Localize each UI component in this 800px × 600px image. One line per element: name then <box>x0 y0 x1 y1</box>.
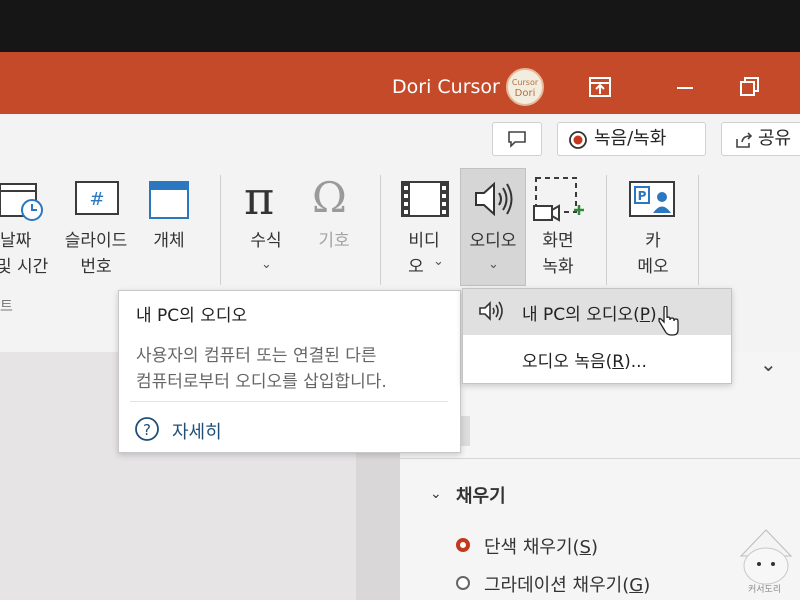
object-label: 개체 <box>153 231 185 251</box>
cameo-label-1: 카 <box>645 231 661 251</box>
share-icon <box>736 132 753 148</box>
slide-number-label-1: 슬라이드 <box>64 231 128 251</box>
date-time-label-2: 및 시간 <box>0 257 49 277</box>
minimize-icon[interactable] <box>672 74 698 100</box>
symbol-label: 기호 <box>318 231 350 251</box>
equation-icon[interactable]: π <box>244 170 274 226</box>
speaker-icon <box>475 181 513 217</box>
omega-icon: Ω <box>312 173 347 222</box>
video-label-2[interactable]: 오 <box>398 254 434 280</box>
solid-fill-label[interactable]: 단색 채우기(S) <box>484 533 598 559</box>
equation-label[interactable]: 수식 <box>240 228 292 254</box>
tooltip-description: 사용자의 컴퓨터 또는 연결된 다른 컴퓨터로부터 오디오를 삽입합니다. <box>136 343 456 395</box>
screen-recording-label-1: 화면 <box>542 231 574 251</box>
gradient-fill-label[interactable]: 그라데이션 채우기(G) <box>484 571 650 597</box>
watermark-text: 커서도리 <box>748 585 782 595</box>
tooltip-description-line-2: 컴퓨터로부터 오디오를 삽입합니다. <box>136 372 387 392</box>
slide-number-icon[interactable]: # <box>74 180 120 218</box>
tooltip-divider <box>130 401 448 402</box>
group-separator <box>380 175 381 285</box>
slide-number-label-2: 번호 <box>80 257 112 277</box>
avatar-text-top: Cursor <box>511 78 539 87</box>
account-name[interactable]: Dori Cursor <box>392 76 500 98</box>
video-chevron-down-icon[interactable]: ⌄ <box>433 254 444 269</box>
solid-fill-radio[interactable] <box>456 538 470 552</box>
video-label-1[interactable]: 비디 <box>398 228 450 254</box>
cameo-label-2: 메오 <box>637 257 669 277</box>
speaker-icon <box>479 301 503 321</box>
equation-chevron-down-icon[interactable]: ⌄ <box>261 257 272 272</box>
help-icon[interactable]: ? <box>134 416 160 442</box>
tooltip-title: 내 PC의 오디오 <box>136 306 248 326</box>
date-time-icon[interactable] <box>0 178 46 224</box>
avatar[interactable]: Cursor Dori <box>506 68 544 106</box>
video-icon[interactable] <box>400 180 450 220</box>
screen-recording-label-2: 녹화 <box>542 257 574 277</box>
avatar-text-bottom: Dori <box>514 88 536 99</box>
screen-recording-icon[interactable] <box>532 176 588 226</box>
fill-section-title[interactable]: 채우기 <box>456 482 506 508</box>
monitor-bezel <box>0 0 800 52</box>
hand-cursor-icon <box>658 306 679 336</box>
pane-divider <box>400 458 800 459</box>
group-separator <box>606 175 607 285</box>
record-icon <box>569 131 587 149</box>
record-label: 녹음/녹화 <box>594 128 667 149</box>
audio-chevron-down-icon: ⌄ <box>488 257 499 272</box>
comment-icon <box>508 131 526 148</box>
svg-text:#: # <box>89 189 104 210</box>
date-time-label-1: 날짜 <box>0 231 32 251</box>
object-icon[interactable] <box>148 178 192 222</box>
share-button[interactable]: 공유 <box>721 122 800 156</box>
tooltip-description-line-1: 사용자의 컴퓨터 또는 연결된 다른 <box>136 346 377 366</box>
pane-collapse-chevron-icon[interactable]: ⌄ <box>760 352 777 376</box>
menu-item-record-audio[interactable]: 오디오 녹음(R)... <box>522 347 647 372</box>
ribbon-display-options-icon[interactable] <box>587 74 613 100</box>
share-label: 공유 <box>758 128 792 149</box>
group-separator <box>220 175 221 285</box>
svg-text:P: P <box>638 189 647 203</box>
audio-label: 오디오 <box>469 231 517 251</box>
group-label-fragment: 트 <box>0 299 13 315</box>
gradient-fill-radio[interactable] <box>456 576 470 590</box>
restore-icon[interactable] <box>736 74 762 100</box>
svg-text:?: ? <box>143 421 151 439</box>
fill-section-chevron-icon[interactable]: ⌄ <box>430 486 442 502</box>
cameo-icon[interactable]: P <box>628 180 678 222</box>
record-button[interactable]: 녹음/녹화 <box>557 122 706 156</box>
tell-me-more-link[interactable]: 자세히 <box>172 418 222 444</box>
menu-item-audio-on-my-pc-label[interactable]: 내 PC의 오디오(P)... <box>522 300 673 325</box>
comments-button[interactable] <box>492 122 542 156</box>
group-separator <box>698 175 699 285</box>
